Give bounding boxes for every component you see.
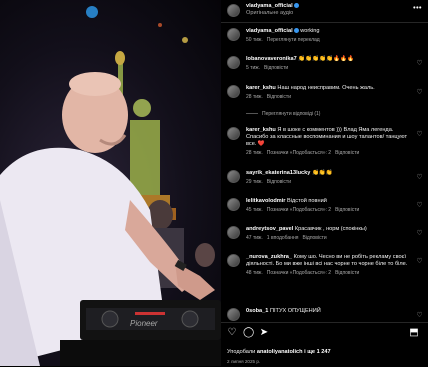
comment-text: ПІТУХ ОПУЩЕНИЙ [269,308,321,314]
comment-time: 29 тиж. [246,179,263,185]
post-date: 2 липня 2025 р. [227,359,261,364]
reply-button[interactable]: Відповісти [302,235,326,241]
verified-icon [293,3,299,9]
share-icon[interactable]: ➤ [259,328,269,338]
commenter-avatar[interactable] [227,198,240,211]
commenter-avatar[interactable] [227,226,240,239]
likes-count[interactable]: і ще 1 247 [304,349,331,355]
reply-button[interactable]: Відповісти [267,94,291,100]
instagram-post-view: Pioneer vladyama_official Оригінальне ау… [0,0,428,366]
view-replies-link[interactable]: Переглянути відповіді (1) [246,111,320,118]
comment-time: 28 тиж. [246,150,263,156]
commenter-avatar[interactable] [227,85,240,98]
post-actions: ♡ ◯ ➤ ⬒ Уподобали anatoliyanatolich і ще… [221,322,428,367]
comment-text: 👏👏👏👏👏🔥🔥🔥 [298,56,354,62]
comment-time: 28 тиж. [246,94,263,100]
verified-icon [293,28,299,34]
reply-button[interactable]: Відповісти [335,150,359,156]
reply-button[interactable]: Відповісти [335,270,359,276]
comment-text: 👏👏👏 [311,170,333,176]
comment-username[interactable]: andreytsov_pavel [246,226,293,232]
likes-user[interactable]: anatoliyanatolich [257,349,303,355]
comment-text: Відстой повний [287,198,327,204]
comment-time: 48 тиж. [246,270,263,276]
comment-username[interactable]: karer_kshu [246,85,276,91]
caption-time: 50 тиж. [246,37,263,43]
like-comment-heart-icon[interactable]: ♡ [416,174,423,181]
like-comment-heart-icon[interactable]: ♡ [416,89,423,96]
comment-text: Красавчик , норм (спокінкы) [294,226,367,232]
dj-video-frame: Pioneer [0,6,221,366]
like-comment-heart-icon[interactable]: ♡ [416,312,423,319]
like-comment-heart-icon[interactable]: ♡ [416,258,423,265]
commenter-avatar[interactable] [227,170,240,183]
comment-likes-count[interactable]: Позначки «Подобається»: 2 [267,270,331,276]
comment-time: 47 тиж. [246,235,263,241]
like-comment-heart-icon[interactable]: ♡ [416,230,423,237]
caption-avatar[interactable] [227,28,240,41]
caption-username[interactable]: vladyama_official [246,28,293,34]
author-username[interactable]: vladyama_official [246,3,293,9]
comment-likes-count[interactable]: Позначки «Подобається»: 2 [267,150,331,156]
reply-button[interactable]: Відповісти [264,65,288,71]
translate-link[interactable]: Переглянути переклад [267,37,320,43]
like-comment-heart-icon[interactable]: ♡ [416,60,423,67]
comment-username[interactable]: karer_kshu [246,127,276,133]
commenter-avatar[interactable] [227,308,240,321]
likes-prefix: Уподобали [227,349,256,355]
author-avatar[interactable] [227,4,240,17]
commenter-avatar[interactable] [227,254,240,267]
reply-button[interactable]: Відповісти [335,207,359,213]
bookmark-icon[interactable]: ⬒ [409,328,419,338]
svg-text:Pioneer: Pioneer [130,319,158,328]
commenter-avatar[interactable] [227,56,240,69]
likes-summary[interactable]: Уподобали anatoliyanatolich і ще 1 247 [227,349,331,356]
like-comment-heart-icon[interactable]: ♡ [416,131,423,138]
comments-panel: vladyama_official Оригінальне аудіо ••• … [221,0,428,366]
like-comment-heart-icon[interactable]: ♡ [416,202,423,209]
more-options-icon[interactable]: ••• [413,5,422,12]
commenter-avatar[interactable] [227,127,240,140]
comment-username[interactable]: lelitkavolodmir [246,198,285,204]
comment-username[interactable]: lobanovaveronika7 [246,56,297,62]
post-header: vladyama_official Оригінальне аудіо ••• [221,0,428,23]
comment-text: Наш народ неисправим. Очень жаль. [277,85,375,91]
comment-icon[interactable]: ◯ [243,328,254,338]
comment-time: 45 тиж. [246,207,263,213]
comment-username[interactable]: sayrik_ekaterina13lucky [246,170,310,176]
heart-icon[interactable]: ♡ [227,328,237,338]
comment-username[interactable]: _nurova_zukhra_ [246,254,292,260]
caption-text: working [300,28,320,34]
comment-time: 5 тиж. [246,65,260,71]
comment-likes-count[interactable]: 1 вподобання [267,235,299,241]
video-player[interactable]: Pioneer [0,0,221,366]
comment-username[interactable]: 0soba_1 [246,308,268,314]
comment-likes-count[interactable]: Позначки «Подобається»: 2 [267,207,331,213]
reply-button[interactable]: Відповісти [267,179,291,185]
audio-label[interactable]: Оригінальне аудіо [246,10,299,17]
